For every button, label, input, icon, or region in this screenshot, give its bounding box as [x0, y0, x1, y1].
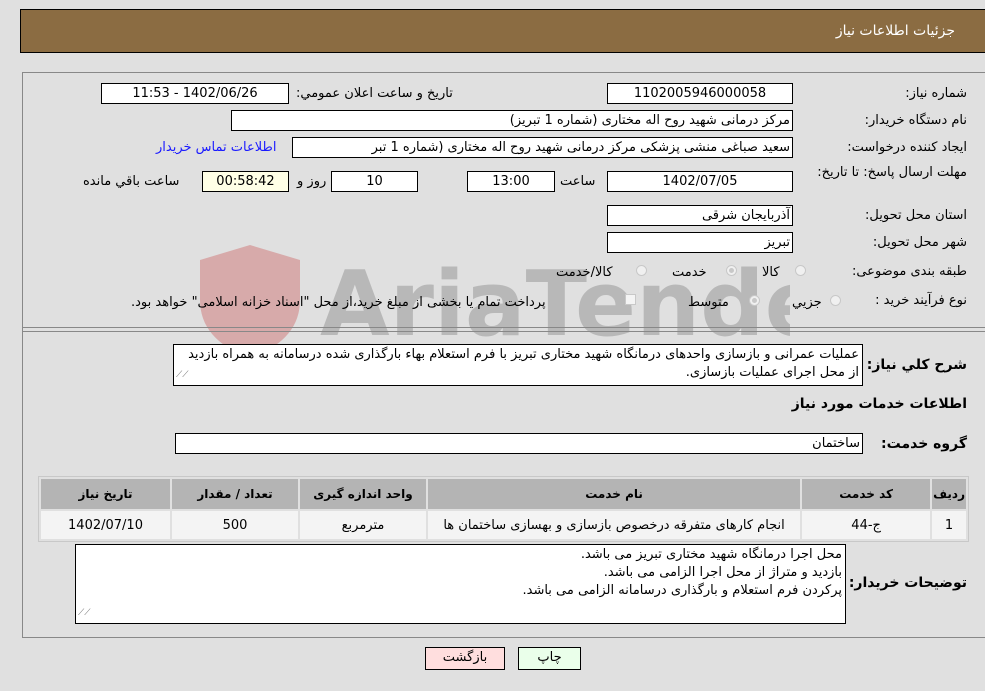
category-option-service: خدمت	[672, 265, 707, 280]
deadline-time-field: 13:00	[467, 171, 555, 192]
services-table: ردیف کد خدمت نام خدمت واحد اندازه گیری ت…	[38, 476, 969, 542]
divider	[22, 327, 985, 328]
announce-datetime-field: 1402/06/26 - 11:53	[101, 83, 289, 104]
process-option-minor: جزيي	[792, 295, 822, 310]
category-radio-goods-service[interactable]	[636, 265, 647, 276]
deadline-date-field: 1402/07/05	[607, 171, 793, 192]
deadline-label: مهلت ارسال پاسخ: تا تاریخ:	[817, 165, 967, 180]
buyer-contact-link[interactable]: اطلاعات تماس خریدار	[156, 140, 276, 155]
creator-field: سعید صباغی منشی پزشکی مرکز درمانی شهید ر…	[292, 137, 793, 158]
description-text: عملیات عمرانی و بازسازی واحدهای درمانگاه…	[188, 347, 859, 380]
col-header-row: ردیف	[932, 479, 966, 509]
announce-label: تاریخ و ساعت اعلان عمومي:	[296, 86, 453, 101]
cell-row: 1	[932, 511, 966, 539]
category-radio-service[interactable]	[726, 265, 737, 276]
treasury-note: پرداخت تمام یا بخشی از مبلغ خرید،از محل …	[131, 295, 546, 310]
cell-qty: 500	[172, 511, 298, 539]
buyer-org-field: مرکز درمانی شهید روح اله مختاری (شماره 1…	[231, 110, 793, 131]
col-header-date: تاریخ نیاز	[41, 479, 170, 509]
process-radio-minor[interactable]	[830, 295, 841, 306]
cell-code: ج-44	[802, 511, 931, 539]
process-label: نوع فرآیند خرید :	[875, 293, 967, 308]
buyer-note-line: پرکردن فرم استعلام و بارگذاری درسامانه ا…	[522, 583, 842, 598]
table-header-row: ردیف کد خدمت نام خدمت واحد اندازه گیری ت…	[41, 479, 966, 509]
divider	[22, 331, 985, 332]
creator-label: ایجاد کننده درخواست:	[847, 140, 967, 155]
buyer-note-line: بازدید و متراژ از محل اجرا الزامی می باش…	[603, 565, 842, 580]
process-radio-medium[interactable]	[749, 295, 760, 306]
treasury-checkbox[interactable]	[625, 294, 636, 305]
category-label: طبقه بندی موضوعی:	[851, 264, 967, 279]
province-field: آذربایجان شرقی	[607, 205, 793, 226]
remaining-time-label: ساعت باقي مانده	[83, 174, 180, 189]
need-number-label: شماره نیاز:	[905, 86, 967, 101]
deadline-time-label: ساعت	[560, 174, 596, 189]
buyer-note-line: محل اجرا درمانگاه شهید مختاری تبریز می ب…	[580, 547, 842, 562]
cell-unit: مترمربع	[300, 511, 426, 539]
col-header-code: کد خدمت	[802, 479, 931, 509]
col-header-name: نام خدمت	[428, 479, 801, 509]
col-header-qty: تعداد / مقدار	[172, 479, 298, 509]
resize-grip-icon[interactable]: ⟋⟋	[176, 366, 189, 384]
category-option-goods-service: کالا/خدمت	[556, 265, 613, 280]
city-label: شهر محل تحویل:	[872, 235, 967, 250]
services-section-title: اطلاعات خدمات مورد نیاز	[791, 396, 967, 412]
description-label: شرح کلي نياز:	[866, 357, 967, 373]
page-title: جزئیات اطلاعات نیاز	[835, 23, 955, 39]
page-header: جزئیات اطلاعات نیاز	[20, 9, 985, 53]
cell-name: انجام کارهای متفرقه درخصوص بازسازی و بهس…	[428, 511, 801, 539]
print-button[interactable]: چاپ	[518, 647, 581, 670]
province-label: استان محل تحویل:	[865, 208, 967, 223]
days-remaining-field: 10	[331, 171, 418, 192]
description-textarea[interactable]: عملیات عمرانی و بازسازی واحدهای درمانگاه…	[173, 344, 863, 386]
days-label: روز و	[297, 174, 327, 189]
service-group-field: ساختمان	[175, 433, 863, 454]
col-header-unit: واحد اندازه گیری	[300, 479, 426, 509]
buyer-notes-label: توضیحات خریدار:	[848, 575, 967, 591]
category-option-goods: کالا	[762, 265, 780, 280]
city-field: تبریز	[607, 232, 793, 253]
category-radio-goods[interactable]	[795, 265, 806, 276]
process-option-medium: متوسط	[688, 295, 729, 310]
resize-grip-icon[interactable]: ⟋⟋	[78, 604, 91, 622]
cell-date: 1402/07/10	[41, 511, 170, 539]
need-number-field: 1102005946000058	[607, 83, 793, 104]
remaining-time-field: 00:58:42	[202, 171, 289, 192]
service-group-label: گروه خدمت:	[881, 436, 967, 452]
buyer-notes-textarea[interactable]: محل اجرا درمانگاه شهید مختاری تبریز می ب…	[75, 544, 846, 624]
buyer-org-label: نام دستگاه خریدار:	[864, 113, 967, 128]
back-button[interactable]: بازگشت	[425, 647, 505, 670]
table-row: 1 ج-44 انجام کارهای متفرقه درخصوص بازساز…	[41, 511, 966, 539]
